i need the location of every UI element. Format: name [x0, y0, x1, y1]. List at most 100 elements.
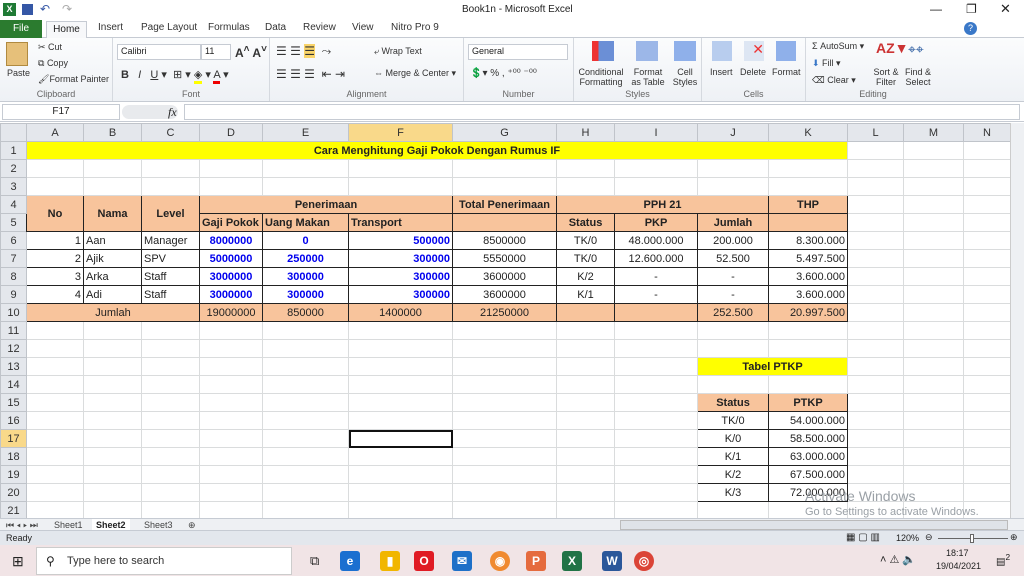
cell-F13[interactable] — [348, 357, 453, 376]
cell-H15[interactable] — [556, 393, 615, 412]
cell-I16[interactable] — [614, 411, 698, 430]
cell-L2[interactable] — [847, 159, 904, 178]
select-all-corner[interactable] — [0, 123, 27, 142]
cell-G13[interactable] — [452, 357, 557, 376]
number-format-select[interactable]: General — [468, 44, 568, 60]
cell-H14[interactable] — [556, 375, 615, 394]
cell-M2[interactable] — [903, 159, 964, 178]
cell-G18[interactable] — [452, 447, 557, 466]
cell-G17[interactable] — [452, 429, 557, 448]
zoom-level[interactable]: 120% — [896, 533, 919, 543]
cell-D6[interactable]: 8000000 — [199, 231, 263, 250]
cell-D21[interactable] — [199, 501, 263, 520]
edge-icon[interactable]: e — [340, 551, 360, 571]
cell-I5[interactable]: PKP — [614, 213, 698, 232]
cell-N19[interactable] — [963, 465, 1011, 484]
row-header[interactable]: 10 — [0, 303, 27, 322]
cell-A14[interactable] — [26, 375, 84, 394]
cell-G19[interactable] — [452, 465, 557, 484]
cell-L18[interactable] — [847, 447, 904, 466]
column-header-H[interactable]: H — [556, 123, 615, 142]
cell-C3[interactable] — [141, 177, 200, 196]
fill-color-icon[interactable]: ◈ — [193, 69, 203, 84]
row-header[interactable]: 15 — [0, 393, 27, 412]
cell-N6[interactable] — [963, 231, 1011, 250]
cell-M5[interactable] — [903, 213, 964, 232]
cell-C4[interactable]: Level — [141, 195, 200, 232]
minimize-button[interactable]: — — [930, 2, 942, 16]
cell-F20[interactable] — [348, 483, 453, 502]
cell-J15[interactable]: Status — [697, 393, 769, 412]
cell-L19[interactable] — [847, 465, 904, 484]
cell-K3[interactable] — [768, 177, 848, 196]
help-icon[interactable]: ? — [964, 22, 977, 35]
cell-M12[interactable] — [903, 339, 964, 358]
zoom-in-button[interactable]: ⊕ — [1010, 532, 1018, 543]
powerpoint-icon[interactable]: P — [526, 551, 546, 571]
cell-F12[interactable] — [348, 339, 453, 358]
row-header[interactable]: 4 — [0, 195, 27, 214]
cell-F9[interactable]: 300000 — [348, 285, 453, 304]
cell-N14[interactable] — [963, 375, 1011, 394]
cell-F8[interactable]: 300000 — [348, 267, 453, 286]
cell-N20[interactable] — [963, 483, 1011, 502]
cell-I10[interactable] — [614, 303, 698, 322]
cell-C9[interactable]: Staff — [141, 285, 200, 304]
cell-J18[interactable]: K/1 — [697, 447, 769, 466]
close-button[interactable]: ✕ — [1000, 1, 1011, 17]
cell-K4[interactable]: THP — [768, 195, 848, 214]
column-header-B[interactable]: B — [83, 123, 142, 142]
cell-M19[interactable] — [903, 465, 964, 484]
cell-N12[interactable] — [963, 339, 1011, 358]
cell-N10[interactable] — [963, 303, 1011, 322]
cell-A10[interactable]: Jumlah — [26, 303, 200, 322]
cell-B20[interactable] — [83, 483, 142, 502]
cell-I7[interactable]: 12.600.000 — [614, 249, 698, 268]
horizontal-scrollbar[interactable] — [620, 520, 1008, 530]
cell-F11[interactable] — [348, 321, 453, 340]
cell-A6[interactable]: 1 — [26, 231, 84, 250]
column-header-E[interactable]: E — [262, 123, 349, 142]
cell-C20[interactable] — [141, 483, 200, 502]
cell-I2[interactable] — [614, 159, 698, 178]
cell-M1[interactable] — [903, 141, 964, 160]
row-header[interactable]: 8 — [0, 267, 27, 286]
undo-icon[interactable]: ↶ — [40, 2, 50, 16]
cell-M3[interactable] — [903, 177, 964, 196]
cell-A2[interactable] — [26, 159, 84, 178]
cell-M11[interactable] — [903, 321, 964, 340]
row-header[interactable]: 16 — [0, 411, 27, 430]
firefox-icon[interactable]: ◉ — [490, 551, 510, 571]
cell-F14[interactable] — [348, 375, 453, 394]
cell-I20[interactable] — [614, 483, 698, 502]
cell-A9[interactable]: 4 — [26, 285, 84, 304]
cell-I9[interactable]: - — [614, 285, 698, 304]
windows-start-icon[interactable]: ⊞ — [12, 553, 24, 570]
cell-B3[interactable] — [83, 177, 142, 196]
column-header-J[interactable]: J — [697, 123, 769, 142]
column-header-M[interactable]: M — [903, 123, 964, 142]
cell-F10[interactable]: 1400000 — [348, 303, 453, 322]
cell-C6[interactable]: Manager — [141, 231, 200, 250]
column-header-L[interactable]: L — [847, 123, 904, 142]
cell-E19[interactable] — [262, 465, 349, 484]
row-header[interactable]: 21 — [0, 501, 27, 520]
row-header[interactable]: 2 — [0, 159, 27, 178]
zoom-slider-thumb[interactable] — [970, 534, 974, 543]
cell-H12[interactable] — [556, 339, 615, 358]
insert-button[interactable]: Insert — [710, 67, 733, 77]
cell-E8[interactable]: 300000 — [262, 267, 349, 286]
format-painter-button[interactable]: 🖌Format Painter — [38, 74, 109, 85]
paste-button[interactable]: Paste — [7, 68, 30, 78]
column-header-A[interactable]: A — [26, 123, 84, 142]
cell-F15[interactable] — [348, 393, 453, 412]
autosum-button[interactable]: Σ AutoSum ▾ — [812, 41, 864, 52]
cell-H17[interactable] — [556, 429, 615, 448]
word-icon[interactable]: W — [602, 551, 622, 571]
cell-N4[interactable] — [963, 195, 1011, 214]
cell-M9[interactable] — [903, 285, 964, 304]
cell-A11[interactable] — [26, 321, 84, 340]
cell-D4[interactable]: Penerimaan — [199, 195, 453, 214]
cell-H8[interactable]: K/2 — [556, 267, 615, 286]
cell-N1[interactable] — [963, 141, 1011, 160]
